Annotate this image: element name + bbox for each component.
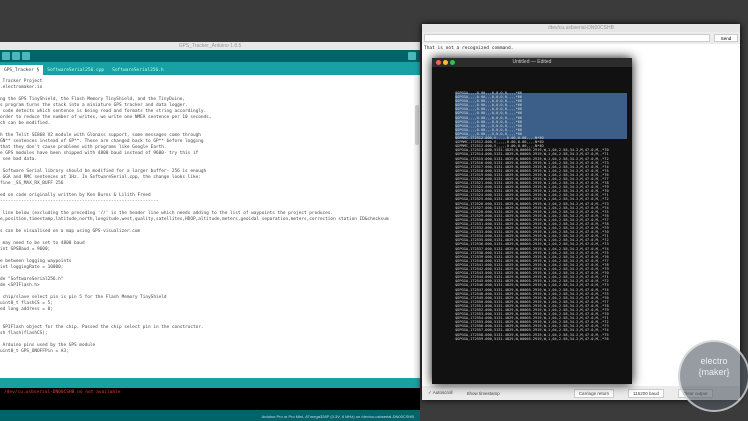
editor-scrollbar[interactable]: [414, 75, 420, 378]
serial-output: That is not a recognized command.: [424, 46, 514, 51]
send-button[interactable]: Send: [714, 34, 738, 42]
line-ending-select[interactable]: Carriage return: [573, 388, 615, 398]
zoom-icon[interactable]: [450, 60, 455, 65]
tab-gps-tracker[interactable]: GPS_Tracker §: [0, 65, 44, 75]
save-icon[interactable]: [22, 52, 30, 60]
autoscroll-checkbox[interactable]: ✓ Autoscroll: [428, 390, 453, 396]
open-icon[interactable]: [12, 52, 20, 60]
arduino-ide-window: GPS_Tracker_Arduino 1.8.5 GPS_Tracker § …: [0, 42, 420, 421]
new-icon[interactable]: [2, 52, 10, 60]
tab-softwareserial-h[interactable]: SoftwareSerial256.h: [108, 65, 167, 75]
baud-select[interactable]: 115200 baud: [628, 388, 665, 398]
close-icon[interactable]: [436, 60, 441, 65]
document-text[interactable]: $GPGGA,,,,0.00,,,0,0,0,0,,,,*66 $GPGGA,,…: [455, 91, 609, 341]
tab-bar: GPS_Tracker § SoftwareSerial256.cpp Soft…: [0, 62, 420, 75]
serial-monitor-icon[interactable]: [408, 52, 416, 60]
serial-input[interactable]: [424, 34, 710, 42]
message-strip: [0, 378, 420, 388]
board-status: Arduino Pro or Pro Mini, ATmega328P (3.3…: [0, 410, 420, 421]
electromaker-logo: electro {maker}: [678, 340, 748, 412]
minimize-icon[interactable]: [443, 60, 448, 65]
autoscroll-label: Autoscroll: [432, 390, 453, 395]
code-editor[interactable]: Tracker Project .electromaker.io ng the …: [0, 75, 420, 378]
timestamp-checkbox[interactable]: Show timestamp: [467, 391, 500, 396]
window-title: GPS_Tracker_Arduino 1.8.5: [0, 42, 420, 50]
serial-title: /dev/cu.usbserial-DN00CSHB: [422, 24, 740, 32]
toolbar: [0, 50, 420, 62]
textedit-window: Untitled — Edited $GPGGA,,,,0.00,,,0,0,0…: [432, 58, 632, 384]
textedit-title: Untitled — Edited: [432, 58, 632, 67]
console: /dev/cu.usbserial-DN00CSHB no not availa…: [0, 388, 420, 410]
tab-softwareserial-cpp[interactable]: SoftwareSerial256.cpp: [43, 65, 108, 75]
